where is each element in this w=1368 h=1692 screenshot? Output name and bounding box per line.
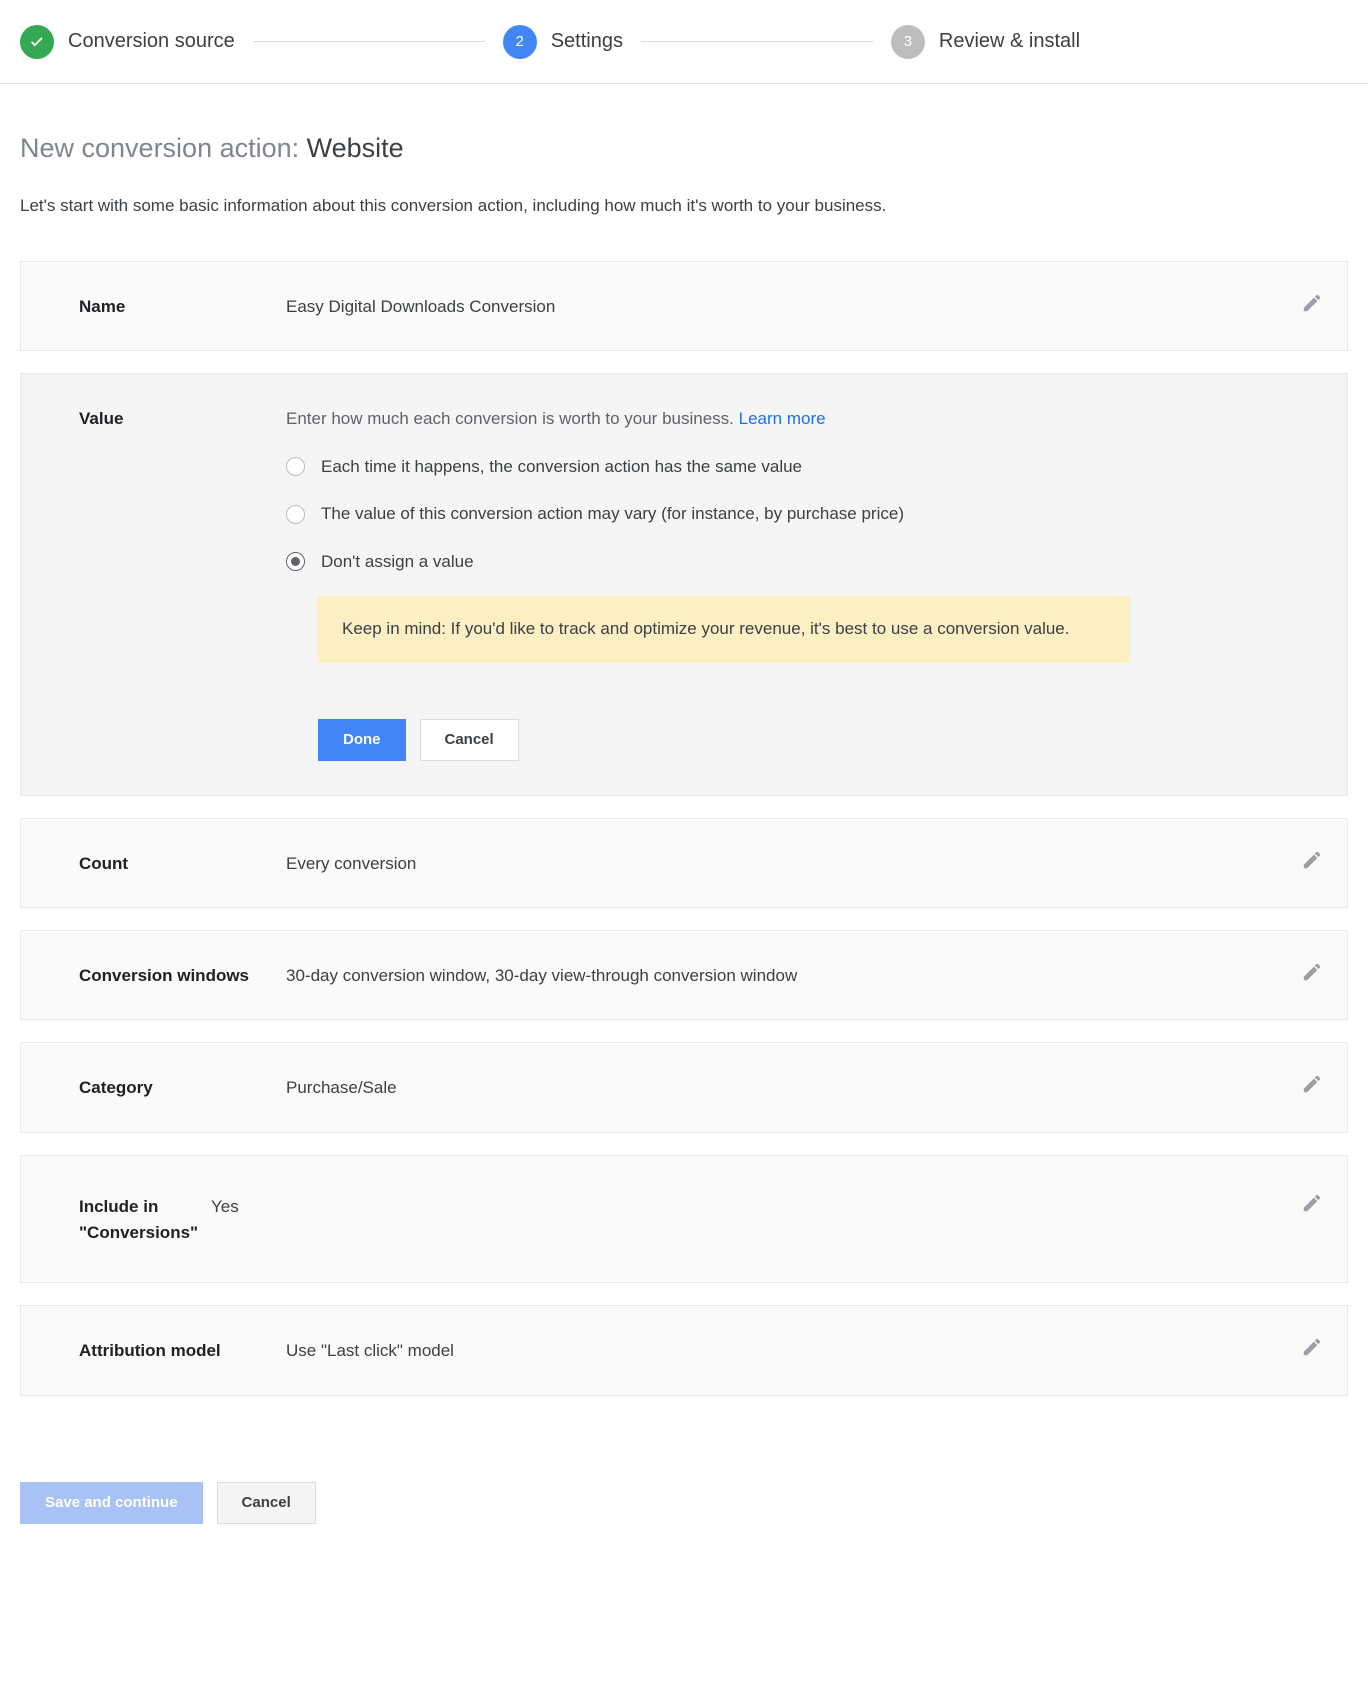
stepper-connector-1	[253, 41, 485, 42]
card-label-conversion-windows: Conversion windows	[21, 961, 286, 989]
radio-icon-same-value[interactable]	[286, 457, 305, 476]
edit-pencil-icon-name[interactable]	[1301, 292, 1323, 314]
value-intro-sentence: Enter how much each conversion is worth …	[286, 409, 734, 428]
card-attribution-model[interactable]: Attribution model Use "Last click" model	[20, 1305, 1348, 1395]
step-review-install[interactable]: 3 Review & install	[891, 25, 1080, 59]
card-label-name: Name	[21, 292, 286, 320]
step-conversion-source[interactable]: Conversion source	[20, 25, 235, 59]
edit-pencil-icon-count[interactable]	[1301, 849, 1323, 871]
card-value: Value Enter how much each conversion is …	[20, 373, 1348, 795]
step-number-badge-3: 3	[891, 25, 925, 59]
card-label-include-in-conversions: Include in "Conversions"	[21, 1192, 211, 1247]
learn-more-link[interactable]: Learn more	[739, 409, 826, 428]
edit-pencil-icon-conversion-windows[interactable]	[1301, 961, 1323, 983]
edit-pencil-icon-category[interactable]	[1301, 1073, 1323, 1095]
card-conversion-windows[interactable]: Conversion windows 30-day conversion win…	[20, 930, 1348, 1020]
value-option-label-vary: The value of this conversion action may …	[321, 501, 904, 527]
card-value-category: Purchase/Sale	[286, 1073, 1321, 1101]
value-cancel-button[interactable]: Cancel	[420, 719, 519, 761]
card-label-value: Value	[21, 404, 286, 432]
page-content: New conversion action: Website Let's sta…	[0, 132, 1368, 1396]
card-include-in-conversions[interactable]: Include in "Conversions" Yes	[20, 1155, 1348, 1284]
card-label-category: Category	[21, 1073, 286, 1101]
edit-pencil-icon-include-in-conversions[interactable]	[1301, 1192, 1323, 1214]
value-action-buttons: Done Cancel	[318, 719, 1281, 761]
card-value-count: Every conversion	[286, 849, 1321, 877]
value-option-vary[interactable]: The value of this conversion action may …	[286, 501, 1281, 527]
step-label-conversion-source: Conversion source	[68, 30, 235, 53]
value-done-button[interactable]: Done	[318, 719, 406, 761]
card-name[interactable]: Name Easy Digital Downloads Conversion	[20, 261, 1348, 351]
wizard-footer: Save and continue Cancel	[0, 1482, 1368, 1570]
value-keep-in-mind-callout: Keep in mind: If you'd like to track and…	[318, 596, 1130, 662]
step-complete-check-icon	[20, 25, 54, 59]
card-body-value: Enter how much each conversion is worth …	[286, 404, 1321, 760]
step-settings[interactable]: 2 Settings	[503, 25, 623, 59]
page-title: New conversion action: Website	[20, 132, 1348, 164]
stepper-connector-2	[641, 41, 873, 42]
value-option-label-same: Each time it happens, the conversion act…	[321, 454, 802, 480]
page-title-prefix: New conversion action:	[20, 133, 307, 163]
edit-pencil-icon-attribution-model[interactable]	[1301, 1336, 1323, 1358]
step-label-settings: Settings	[551, 30, 623, 53]
value-intro-text: Enter how much each conversion is worth …	[286, 406, 1281, 432]
radio-icon-varying-value[interactable]	[286, 505, 305, 524]
radio-icon-no-value[interactable]	[286, 552, 305, 571]
step-number-badge-2: 2	[503, 25, 537, 59]
card-category[interactable]: Category Purchase/Sale	[20, 1042, 1348, 1132]
settings-card-list: Name Easy Digital Downloads Conversion V…	[20, 261, 1348, 1396]
value-option-same[interactable]: Each time it happens, the conversion act…	[286, 454, 1281, 480]
value-option-label-none: Don't assign a value	[321, 549, 474, 575]
card-label-count: Count	[21, 849, 286, 877]
footer-cancel-button[interactable]: Cancel	[217, 1482, 316, 1524]
card-value-name: Easy Digital Downloads Conversion	[286, 292, 1321, 320]
card-value-conversion-windows: 30-day conversion window, 30-day view-th…	[286, 961, 1321, 989]
value-option-none[interactable]: Don't assign a value	[286, 549, 1281, 575]
page-title-emphasis: Website	[307, 133, 404, 163]
card-value-attribution-model: Use "Last click" model	[286, 1336, 1321, 1364]
card-value-include-in-conversions: Yes	[211, 1192, 1321, 1220]
save-and-continue-button[interactable]: Save and continue	[20, 1482, 203, 1524]
card-count[interactable]: Count Every conversion	[20, 818, 1348, 908]
card-label-attribution-model: Attribution model	[21, 1336, 286, 1364]
wizard-stepper: Conversion source 2 Settings 3 Review & …	[0, 0, 1368, 84]
step-label-review-install: Review & install	[939, 30, 1080, 53]
page-subtitle: Let's start with some basic information …	[20, 194, 1348, 219]
